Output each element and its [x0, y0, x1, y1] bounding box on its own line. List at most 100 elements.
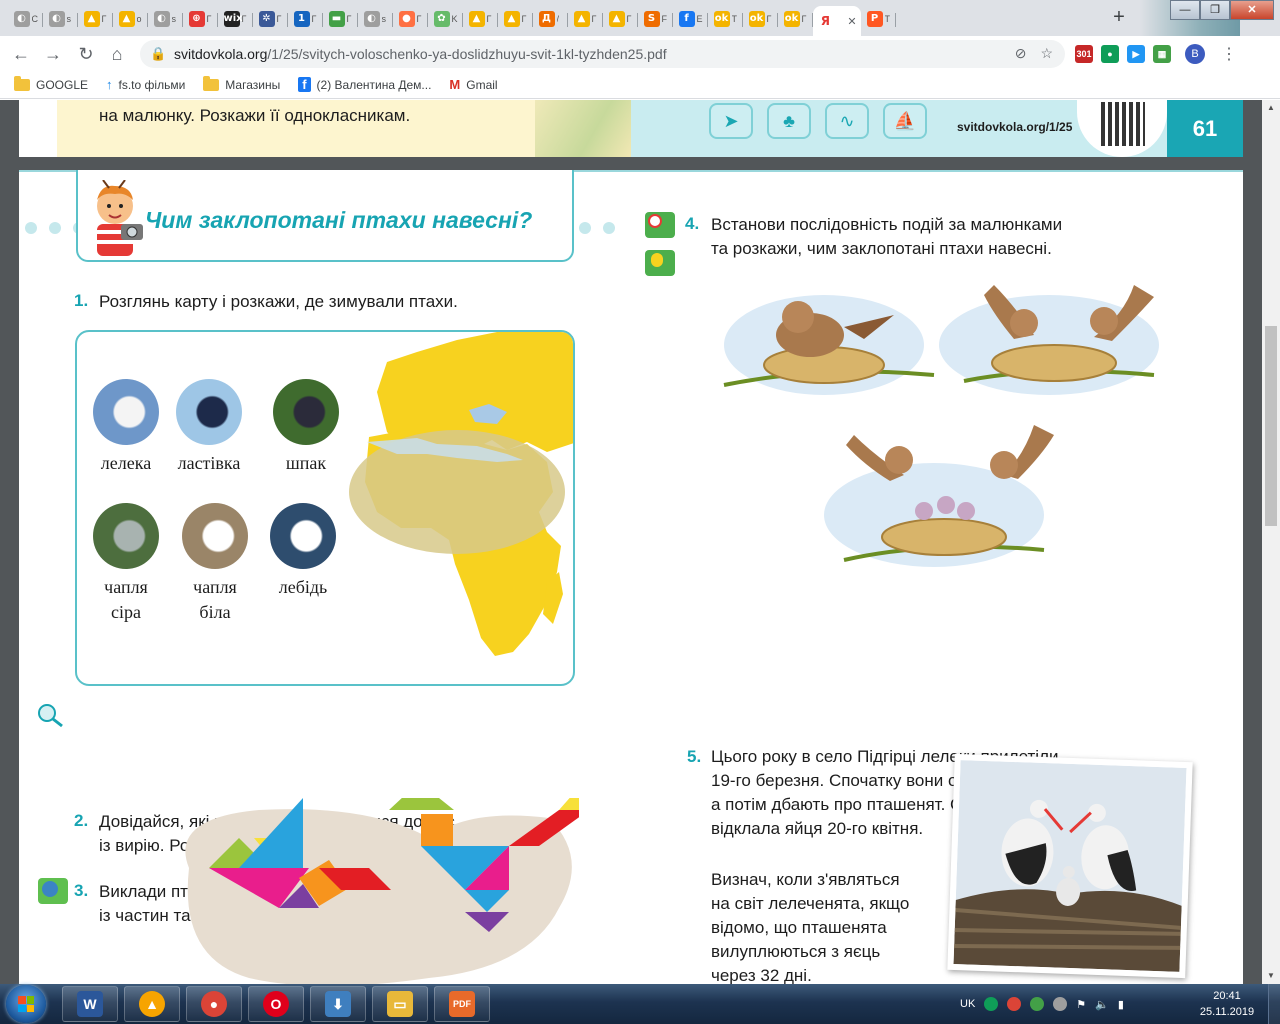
flag-icon[interactable]: ⚑	[1076, 998, 1086, 1011]
vertical-scrollbar[interactable]: ▲ ▼	[1262, 100, 1280, 984]
tab-21[interactable]: ok Г	[743, 6, 778, 32]
taskbar-app-5[interactable]: ▭	[372, 986, 428, 1022]
taskbar-app-6[interactable]: PDF	[434, 986, 490, 1022]
tab-13[interactable]: ▲ Г	[463, 6, 498, 32]
volume-icon[interactable]: 🔈	[1095, 998, 1109, 1011]
wintering-map-box	[75, 330, 575, 686]
scrollbar-thumb[interactable]	[1265, 326, 1277, 526]
tab-19[interactable]: fЕ	[673, 6, 708, 32]
chrome-tray-icon[interactable]	[1007, 997, 1022, 1011]
chrome-icon: ◐	[153, 11, 170, 27]
lightbulb-icon[interactable]	[645, 250, 675, 276]
show-desktop-button[interactable]	[1268, 984, 1280, 1024]
globe-cursor-icon[interactable]	[38, 878, 68, 904]
scroll-up-icon[interactable]: ▲	[1262, 100, 1280, 116]
tab-23[interactable]: Я ✕	[813, 6, 861, 36]
bookmark-star-icon[interactable]: ☆	[1040, 45, 1053, 62]
tab-title: Г	[486, 14, 492, 24]
taskbar-app-1[interactable]: ▲	[124, 986, 180, 1022]
task-3-number: 3.	[74, 881, 89, 900]
taskbar-app-2[interactable]: ●	[186, 986, 242, 1022]
tab-4[interactable]: ◐ s	[148, 6, 183, 32]
tab-8[interactable]: 1Г	[288, 6, 323, 32]
clock-date: 25.11.2019	[1199, 1006, 1255, 1018]
tab-22[interactable]: ok Г	[778, 6, 813, 32]
clock[interactable]: 20:41 25.11.2019	[1192, 988, 1262, 1020]
tab-10[interactable]: ◐ s	[358, 6, 393, 32]
ball-icon: ●	[398, 11, 415, 27]
restore-button[interactable]: ❐	[1200, 0, 1230, 20]
tab-7[interactable]: ✲ Г	[253, 6, 288, 32]
reload-button[interactable]: ↻	[73, 41, 99, 67]
tab-0[interactable]: ◐ С	[8, 6, 43, 32]
back-button[interactable]: ←	[8, 41, 34, 67]
tab-3[interactable]: ▲ o	[113, 6, 148, 32]
play-icon[interactable]: ▶	[1127, 45, 1145, 63]
tab-2[interactable]: ▲ Г	[78, 6, 113, 32]
gmail-counter-icon[interactable]: 301	[1075, 45, 1093, 63]
tab-24[interactable]: PТ	[861, 6, 896, 32]
home-button[interactable]: ⌂	[104, 41, 130, 67]
bird-nest-sequence-illustration	[723, 285, 1159, 567]
p-icon: P	[866, 11, 883, 27]
address-bar[interactable]: 🔒 svitdovkola.org/1/25/svitych-voloschen…	[140, 40, 1065, 68]
hangouts-tray-icon[interactable]	[984, 997, 999, 1011]
bird-label-5: лебідь	[258, 575, 348, 600]
tab-11[interactable]: ● Г	[393, 6, 428, 32]
tab-17[interactable]: ▲ Г	[603, 6, 638, 32]
bird-name: лелека	[100, 453, 152, 473]
bookmark-0[interactable]: GOOGLE	[14, 75, 88, 92]
close-button[interactable]: ✕	[1230, 0, 1274, 20]
tab-1[interactable]: ◐ s	[43, 6, 78, 32]
network-tray-icon[interactable]	[1053, 997, 1068, 1011]
tab-20[interactable]: ok Т	[708, 6, 743, 32]
security-tray-icon[interactable]	[1030, 997, 1045, 1011]
start-button[interactable]	[6, 985, 46, 1023]
tab-18[interactable]: SF	[638, 6, 673, 32]
chrome-icon: ●	[201, 991, 227, 1017]
bookmark-4[interactable]: M Gmail	[449, 77, 497, 92]
tab-12[interactable]: ✿ K	[428, 6, 463, 32]
s-icon: S	[643, 11, 660, 27]
tangram-birds-illustration	[185, 798, 579, 984]
bookmark-2[interactable]: Магазины	[203, 75, 280, 92]
leaf-icon: ✿	[433, 11, 450, 27]
scroll-down-icon[interactable]: ▼	[1262, 968, 1280, 984]
taskbar-app-0[interactable]: W	[62, 986, 118, 1022]
bookmark-3[interactable]: f (2) Валентина Дем...	[298, 77, 431, 92]
url-text[interactable]: svitdovkola.org/1/25/svitych-voloschenko…	[174, 46, 667, 62]
language-indicator[interactable]: UK	[960, 998, 975, 1010]
tab-16[interactable]: ▲ Г	[568, 6, 603, 32]
task-5-number: 5.	[687, 747, 702, 766]
opera-icon: O	[263, 991, 289, 1017]
tab-9[interactable]: ▬ Г	[323, 6, 358, 32]
minimize-button[interactable]: —	[1170, 0, 1200, 20]
tab-14[interactable]: ▲ Г	[498, 6, 533, 32]
lock-icon[interactable]: 🔒	[150, 46, 166, 62]
bell-icon: ▲	[503, 11, 520, 27]
task-4-line-2: та розкажи, чим заклопотані птахи навесн…	[711, 239, 1052, 258]
tab-6[interactable]: wix Г	[218, 6, 253, 32]
power-icon[interactable]: ▮	[1118, 998, 1124, 1011]
tab-15[interactable]: Д /	[533, 6, 568, 32]
tab-5[interactable]: ⊕ Г	[183, 6, 218, 32]
stork-nest-image	[953, 760, 1187, 972]
video-play-icon[interactable]	[645, 212, 675, 238]
close-tab-icon[interactable]: ✕	[847, 15, 856, 28]
bookmark-1[interactable]: ↑ fs.to фільми	[106, 77, 185, 92]
calendar-icon[interactable]: ▦	[1153, 45, 1171, 63]
new-tab-button[interactable]: +	[1107, 6, 1131, 30]
wave-hex-icon: ∿	[825, 103, 869, 139]
taskbar-app-3[interactable]: O	[248, 986, 304, 1022]
ok-icon: ok	[713, 11, 730, 27]
profile-avatar[interactable]: В	[1185, 44, 1205, 64]
menu-icon[interactable]: ⋮	[1221, 44, 1237, 64]
blocked-icon[interactable]: ⊘	[1015, 45, 1027, 62]
windows-logo-icon	[18, 996, 34, 1012]
taskbar-app-4[interactable]: ⬇	[310, 986, 366, 1022]
gmail-icon: M	[449, 77, 461, 92]
bird-name: шпак	[285, 453, 327, 473]
tab-title: Г	[101, 14, 107, 24]
forward-button[interactable]: →	[40, 41, 66, 67]
hangouts-icon[interactable]: ●	[1101, 45, 1119, 63]
